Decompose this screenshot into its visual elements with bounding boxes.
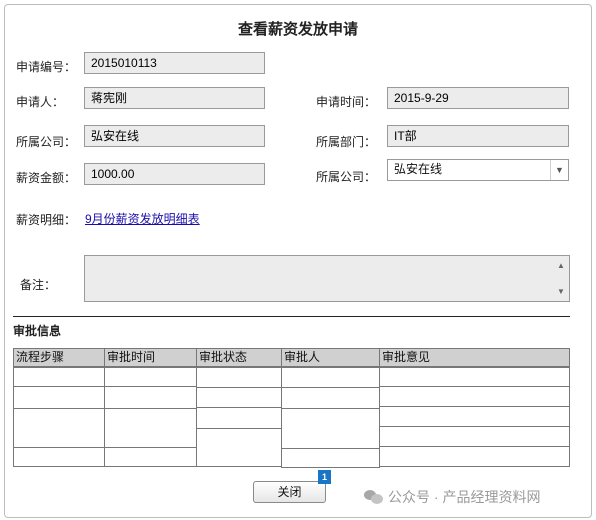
notification-badge: 1 [318,470,331,484]
section-divider [13,316,570,317]
grid-cell [281,408,380,449]
grid-cell [13,408,105,448]
remark-scrollbar[interactable]: ▲ ▼ [553,256,569,301]
grid-cell [13,386,105,409]
close-button[interactable]: 关闭 [253,481,326,503]
app-time-label: 申请时间： [316,95,377,109]
grid-cell [104,367,197,387]
page-title: 查看薪资发放申请 [237,21,358,38]
grid-cell [379,406,570,427]
grid-cell [196,428,282,467]
col-header-time: 审批时间 [104,348,197,367]
grid-cell [196,387,282,408]
approval-section-title: 审批信息 [13,324,62,338]
app-no-field[interactable]: 2015010113 [84,52,265,74]
grid-cell [104,408,197,448]
grid-cell [379,426,570,447]
company-label: 所属公司： [16,135,77,149]
app-time-field[interactable]: 2015-9-29 [387,87,569,109]
col-header-approver: 审批人 [281,348,380,367]
remark-textarea[interactable]: ▲ ▼ [84,255,570,302]
grid-cell [379,367,570,387]
grid-cell [196,407,282,429]
amount-field[interactable]: 1000.00 [84,163,265,185]
wechat-icon [364,490,384,504]
grid-cell [281,448,380,468]
dept-label: 所属部门： [316,135,377,149]
company2-label: 所属公司： [316,170,377,184]
company-select-value: 弘安在线 [394,162,443,176]
watermark: 公众号 · 产品经理资料网 [364,487,540,507]
scroll-down-icon[interactable]: ▼ [557,287,565,296]
grid-cell [13,447,105,467]
salary-detail-link[interactable]: 9月份薪资发放明细表 [85,210,200,227]
grid-cell [379,446,570,467]
col-header-status: 审批状态 [196,348,282,367]
grid-cell [13,367,105,387]
grid-cell [281,367,380,388]
company-select[interactable]: 弘安在线 ▼ [387,159,569,181]
amount-label: 薪资金额： [16,171,77,185]
col-header-opinion: 审批意见 [379,348,570,367]
app-no-label: 申请编号： [16,60,77,74]
detail-label: 薪资明细： [16,213,77,227]
grid-cell [104,447,197,467]
applicant-field[interactable]: 蒋宪刚 [84,87,265,109]
remark-label: 备注： [20,278,57,292]
grid-cell [104,386,197,409]
grid-cell [379,386,570,407]
dept-field[interactable]: IT部 [387,125,569,147]
scroll-up-icon[interactable]: ▲ [557,261,565,270]
grid-cell [281,387,380,409]
col-header-step: 流程步骤 [13,348,105,367]
company-field[interactable]: 弘安在线 [84,125,265,147]
watermark-text: 公众号 · 产品经理资料网 [388,489,541,505]
grid-cell [196,367,282,388]
applicant-label: 申请人： [16,95,65,109]
chevron-down-icon[interactable]: ▼ [550,160,568,180]
